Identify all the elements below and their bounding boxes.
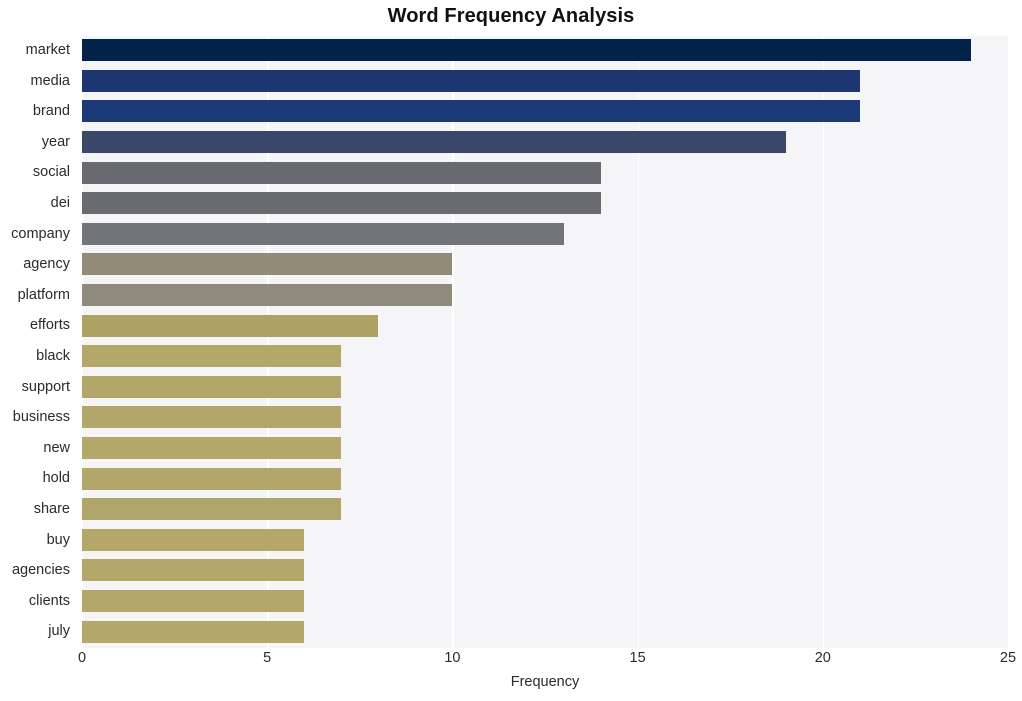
bar-row[interactable]	[82, 342, 1008, 370]
bar-agencies[interactable]	[82, 559, 305, 582]
bar-row[interactable]	[82, 556, 1008, 584]
x-tick-label-20: 20	[814, 650, 831, 666]
bar-efforts[interactable]	[82, 314, 379, 337]
bar-july[interactable]	[82, 620, 305, 643]
bar-social[interactable]	[82, 161, 601, 184]
bar-row[interactable]	[82, 434, 1008, 462]
y-tick-label-business: business	[12, 409, 70, 426]
y-tick-label-media: media	[30, 72, 71, 89]
y-tick-label-market: market	[25, 42, 70, 58]
bar-year[interactable]	[82, 130, 786, 153]
y-tick-label-brand: brand	[32, 103, 70, 120]
bar-dei[interactable]	[82, 192, 601, 215]
bar-row[interactable]	[82, 158, 1008, 186]
bar-row[interactable]	[82, 373, 1008, 401]
x-axis-title: Frequency	[510, 674, 580, 690]
y-tick-label-new: new	[43, 439, 70, 456]
bar-agency[interactable]	[82, 253, 453, 276]
y-tick-label-black: black	[36, 348, 70, 364]
bar-platform[interactable]	[82, 283, 453, 306]
y-tick-label-hold: hold	[42, 470, 70, 487]
y-tick-label-efforts: efforts	[29, 317, 70, 334]
bar-support[interactable]	[82, 375, 342, 398]
bar-business[interactable]	[82, 406, 342, 429]
plot-area	[82, 36, 1010, 648]
y-tick-label-share: share	[33, 501, 70, 517]
bar-market[interactable]	[82, 39, 971, 62]
bar-row[interactable]	[82, 403, 1008, 431]
bar-row[interactable]	[82, 97, 1008, 125]
bar-hold[interactable]	[82, 467, 342, 490]
y-tick-label-company: company	[11, 225, 70, 242]
bar-row[interactable]	[82, 220, 1008, 248]
y-tick-label-agency: agency	[23, 256, 70, 273]
bar-row[interactable]	[82, 128, 1008, 156]
y-tick-label-buy: buy	[46, 531, 70, 548]
y-axis-labels: market media brand year social dei company agen…	[0, 36, 76, 648]
bar-row[interactable]	[82, 281, 1008, 309]
bar-row[interactable]	[82, 526, 1008, 554]
y-tick-label-clients: clients	[28, 592, 70, 609]
bar-new[interactable]	[82, 436, 342, 459]
x-tick-label-25: 25	[999, 650, 1017, 666]
y-tick-label-social: social	[32, 164, 70, 181]
bar-share[interactable]	[82, 498, 342, 521]
chart-title: Word Frequency Analysis	[387, 5, 635, 27]
word-frequency-chart: Word Frequency Analysis market media brand…	[0, 0, 1022, 701]
bars-layer	[82, 36, 1008, 648]
y-tick-label-dei: dei	[50, 195, 70, 211]
y-tick-label-platform: platform	[17, 286, 70, 303]
bar-black[interactable]	[82, 345, 342, 368]
x-tick-label-0: 0	[77, 650, 87, 666]
bar-row[interactable]	[82, 250, 1008, 278]
bar-row[interactable]	[82, 311, 1008, 339]
gridline-25	[1008, 36, 1010, 648]
y-tick-label-agencies: agencies	[11, 562, 70, 579]
bar-row[interactable]	[82, 36, 1008, 64]
bar-row[interactable]	[82, 587, 1008, 615]
y-tick-label-year: year	[41, 133, 70, 150]
bar-company[interactable]	[82, 222, 564, 245]
x-tick-label-5: 5	[263, 650, 272, 666]
bar-row[interactable]	[82, 495, 1008, 523]
bar-clients[interactable]	[82, 589, 305, 612]
y-tick-label-support: support	[21, 378, 70, 395]
bar-row[interactable]	[82, 464, 1008, 492]
x-axis-ticks: 0 5 10 15 20 25	[0, 650, 1022, 674]
bar-buy[interactable]	[82, 528, 305, 551]
bar-row[interactable]	[82, 617, 1008, 645]
bar-media[interactable]	[82, 69, 860, 92]
bar-row[interactable]	[82, 189, 1008, 217]
y-tick-label-july: july	[48, 623, 70, 640]
bar-brand[interactable]	[82, 100, 860, 123]
x-tick-label-10: 10	[444, 650, 461, 666]
bar-row[interactable]	[82, 67, 1008, 95]
x-tick-label-15: 15	[629, 650, 646, 666]
